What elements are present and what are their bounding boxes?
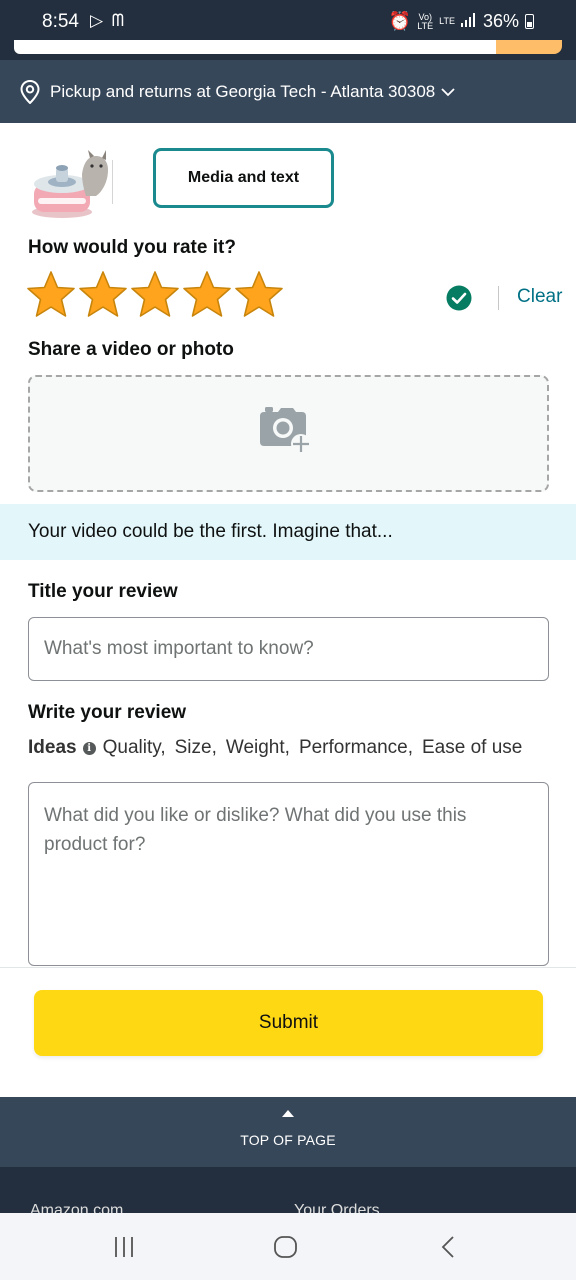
title-heading: Title your review bbox=[28, 581, 178, 602]
location-pin-icon bbox=[20, 79, 40, 104]
top-of-page-button[interactable]: TOP OF PAGE bbox=[0, 1097, 576, 1167]
ideas-label: Ideas bbox=[28, 737, 77, 758]
chevron-down-icon bbox=[441, 87, 455, 96]
star-icon[interactable] bbox=[78, 270, 128, 320]
footer: Amazon.com Your Orders bbox=[0, 1167, 576, 1213]
notification-icons: ▷ ᗰ bbox=[90, 11, 127, 30]
product-thumbnail bbox=[32, 150, 113, 218]
status-bar: 8:54 ▷ ᗰ ⏰ Vo) LTE LTE 36% bbox=[0, 0, 576, 40]
signal-icon bbox=[460, 11, 477, 32]
review-heading: Write your review bbox=[28, 702, 187, 723]
check-circle-icon bbox=[446, 285, 472, 311]
idea-chip[interactable]: Size, bbox=[175, 737, 217, 759]
top-of-page-label: TOP OF PAGE bbox=[240, 1132, 336, 1148]
idea-chip[interactable]: Weight, bbox=[226, 737, 290, 759]
rating-heading: How would you rate it? bbox=[28, 237, 236, 258]
battery-percent: 36% bbox=[482, 11, 519, 31]
star-icon[interactable] bbox=[26, 270, 76, 320]
home-icon[interactable] bbox=[273, 1235, 299, 1259]
volte-icon: Vo) LTE bbox=[417, 11, 434, 31]
search-input[interactable] bbox=[14, 40, 516, 54]
footer-link[interactable]: Your Orders bbox=[294, 1202, 380, 1213]
review-text-area[interactable] bbox=[28, 782, 549, 966]
footer-link[interactable]: Amazon.com bbox=[30, 1202, 123, 1213]
recent-apps-icon[interactable] bbox=[112, 1235, 136, 1259]
info-icon[interactable]: i bbox=[82, 741, 96, 755]
star-rating[interactable] bbox=[26, 270, 284, 320]
location-bar[interactable]: Pickup and returns at Georgia Tech - Atl… bbox=[0, 60, 576, 123]
add-photo-icon bbox=[260, 407, 311, 454]
back-icon[interactable] bbox=[440, 1235, 456, 1259]
location-text: Pickup and returns at Georgia Tech - Atl… bbox=[50, 81, 436, 101]
search-button[interactable] bbox=[496, 40, 562, 54]
divider bbox=[498, 286, 499, 310]
idea-chip[interactable]: Quality, bbox=[103, 737, 166, 759]
status-time: 8:54 bbox=[42, 11, 79, 32]
ideas-row: Ideas i Quality, Size, Weight, Performan… bbox=[28, 737, 576, 759]
lte-icon: LTE bbox=[439, 16, 455, 26]
media-and-text-button[interactable]: Media and text bbox=[153, 148, 334, 208]
review-title-input[interactable] bbox=[28, 617, 549, 681]
caret-up-icon bbox=[282, 1110, 294, 1117]
star-icon[interactable] bbox=[130, 270, 180, 320]
star-icon[interactable] bbox=[182, 270, 232, 320]
idea-chip[interactable]: Ease of use bbox=[422, 737, 522, 759]
clear-rating-link[interactable]: Clear bbox=[517, 286, 562, 308]
alarm-icon: ⏰ bbox=[388, 11, 412, 31]
idea-chip[interactable]: Performance, bbox=[299, 737, 413, 759]
media-heading: Share a video or photo bbox=[28, 339, 234, 360]
info-banner: Your video could be the first. Imagine t… bbox=[0, 504, 576, 560]
divider bbox=[0, 967, 576, 968]
battery-icon bbox=[525, 14, 534, 29]
star-icon[interactable] bbox=[234, 270, 284, 320]
submit-button[interactable]: Submit bbox=[34, 990, 543, 1056]
system-icons: ⏰ Vo) LTE LTE 36% bbox=[389, 11, 534, 32]
system-nav-bar bbox=[0, 1213, 576, 1280]
